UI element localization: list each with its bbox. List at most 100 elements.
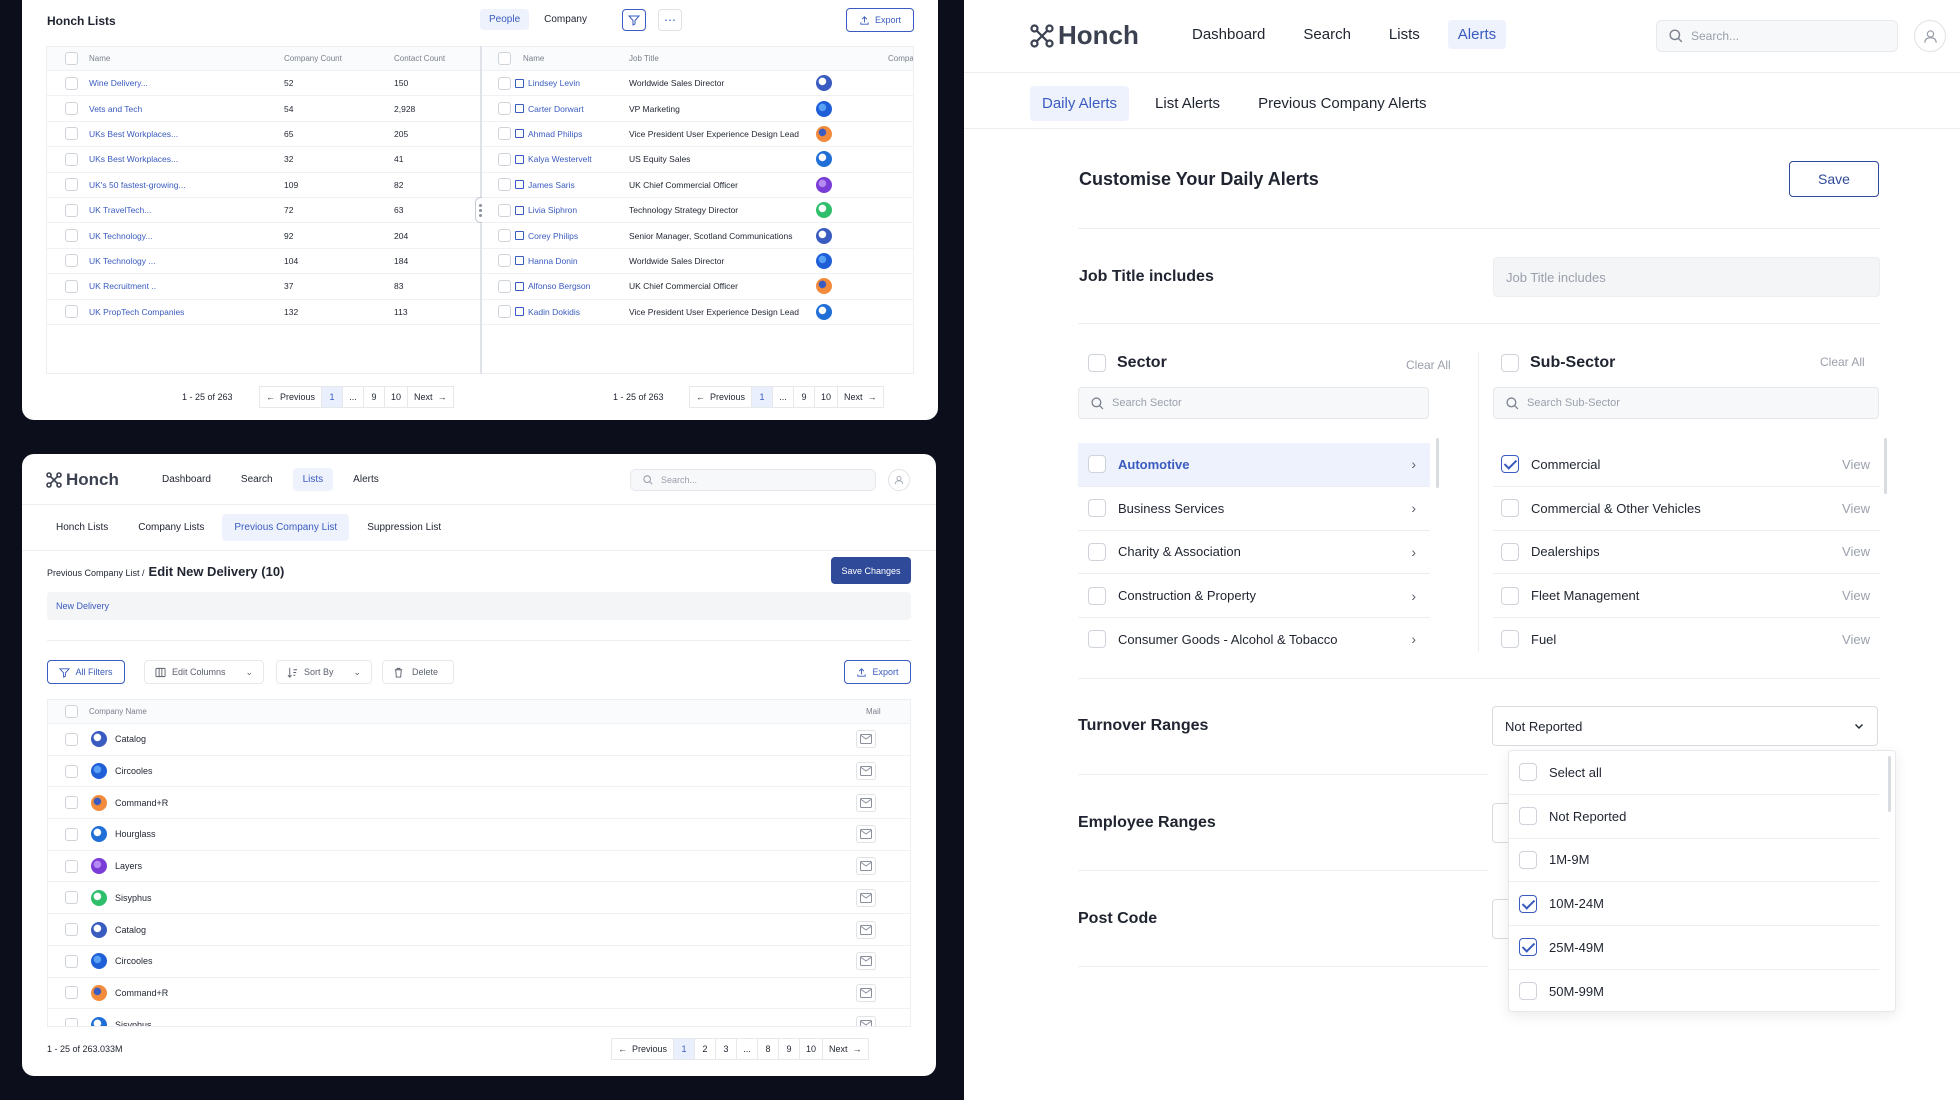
row-checkbox[interactable] — [65, 229, 78, 243]
table-row[interactable]: UK's 50 fastest-growing... 109 82 — [47, 173, 480, 198]
subsector-checkbox[interactable] — [1501, 455, 1519, 474]
mail-icon[interactable] — [856, 920, 876, 939]
search-input[interactable]: Search... — [1656, 20, 1898, 52]
view-link[interactable]: View — [1842, 457, 1870, 472]
list-name-link[interactable]: Vets and Tech — [89, 104, 142, 114]
table-row[interactable]: Command+R — [48, 787, 910, 820]
company-logo-cell[interactable] — [816, 151, 832, 168]
table-row[interactable]: Sisyphus — [48, 1009, 910, 1026]
row-checkbox[interactable] — [498, 229, 511, 243]
linkedin-icon[interactable] — [515, 154, 524, 164]
row-checkbox[interactable] — [65, 954, 78, 968]
sector-item[interactable]: Consumer Goods - Alcohol & Tobacco › — [1078, 618, 1430, 650]
row-checkbox[interactable] — [65, 923, 78, 937]
row-checkbox[interactable] — [65, 254, 78, 268]
col-contact-count[interactable]: Contact Count — [394, 54, 445, 63]
row-checkbox[interactable] — [65, 986, 78, 1000]
prev-button[interactable]: ← Previous — [259, 386, 323, 408]
company-name[interactable]: Sisyphus — [115, 893, 152, 903]
row-checkbox[interactable] — [498, 279, 511, 293]
next-button[interactable]: Next → — [837, 386, 884, 408]
sector-checkbox[interactable] — [1088, 542, 1106, 561]
linkedin-icon[interactable] — [515, 256, 524, 266]
sector-checkbox[interactable] — [1088, 455, 1106, 474]
row-checkbox[interactable] — [65, 127, 78, 141]
company-logo-cell[interactable] — [816, 202, 832, 219]
table-row[interactable]: UKs Best Workplaces... 65 205 — [47, 122, 480, 148]
row-checkbox[interactable] — [498, 178, 511, 192]
select-all-checkbox[interactable] — [65, 705, 78, 718]
row-checkbox[interactable] — [498, 76, 511, 90]
list-name-link[interactable]: UKs Best Workplaces... — [89, 154, 178, 164]
mail-icon[interactable] — [856, 730, 876, 749]
tab-previous-company-list[interactable]: Previous Company List — [222, 514, 350, 541]
list-name-link[interactable]: UK's 50 fastest-growing... — [89, 180, 186, 190]
linkedin-icon[interactable] — [515, 129, 524, 139]
list-name-link[interactable]: UK TravelTech... — [89, 205, 151, 215]
view-link[interactable]: View — [1842, 501, 1870, 516]
company-logo-cell[interactable] — [816, 278, 832, 295]
table-row[interactable]: Hourglass — [48, 819, 910, 851]
company-name[interactable]: Hourglass — [115, 829, 156, 839]
col-name[interactable]: Name — [523, 54, 544, 63]
table-row[interactable]: Kalya Westervelt US Equity Sales — [482, 147, 913, 173]
mail-icon[interactable] — [856, 762, 876, 781]
page-2[interactable]: 2 — [694, 1038, 717, 1060]
honch-logo[interactable]: Honch — [1030, 20, 1139, 51]
table-row[interactable]: Catalog — [48, 724, 910, 756]
subsector-checkbox[interactable] — [1501, 542, 1519, 561]
list-name-link[interactable]: UK Technology... — [89, 231, 152, 241]
mail-icon[interactable] — [856, 1015, 876, 1026]
company-logo-cell[interactable] — [816, 176, 832, 193]
row-checkbox[interactable] — [65, 279, 78, 293]
person-name-link[interactable]: Hanna Donin — [528, 256, 578, 266]
nav-alerts[interactable]: Alerts — [1447, 20, 1507, 49]
toggle-people[interactable]: People — [480, 9, 530, 30]
col-company[interactable]: Compa — [888, 54, 913, 63]
linkedin-icon[interactable] — [515, 205, 524, 215]
subsector-item[interactable]: Fuel View — [1493, 618, 1880, 650]
row-checkbox[interactable] — [65, 203, 78, 217]
search-input[interactable]: Search... — [630, 469, 876, 491]
row-checkbox[interactable] — [65, 891, 78, 905]
view-link[interactable]: View — [1842, 544, 1870, 559]
company-name[interactable]: Catalog — [115, 925, 146, 935]
table-row[interactable]: Ahmad Philips Vice President User Experie… — [482, 122, 913, 148]
mail-icon[interactable] — [856, 888, 876, 907]
page-1[interactable]: 1 — [673, 1038, 696, 1060]
nav-alerts[interactable]: Alerts — [343, 468, 389, 491]
company-name[interactable]: Sisyphus — [115, 1020, 152, 1026]
person-name-link[interactable]: Carter Dorwart — [528, 104, 584, 114]
sector-scrollbar[interactable] — [1436, 438, 1439, 488]
subsector-item[interactable]: Commercial & Other Vehicles View — [1493, 487, 1880, 531]
dropdown-option[interactable]: Not Reported — [1509, 795, 1879, 839]
page-9[interactable]: 9 — [793, 386, 816, 408]
prev-button[interactable]: ← Previous — [689, 386, 753, 408]
mail-icon[interactable] — [856, 983, 876, 1002]
tab-company-lists[interactable]: Company Lists — [126, 514, 216, 541]
list-name-link[interactable]: UK PropTech Companies — [89, 307, 184, 317]
filter-button[interactable] — [622, 9, 646, 31]
tab-honch-lists[interactable]: Honch Lists — [44, 514, 120, 541]
company-logo-cell[interactable] — [816, 125, 832, 142]
sector-checkbox[interactable] — [1088, 630, 1106, 649]
company-logo-cell[interactable] — [816, 100, 832, 117]
page-10[interactable]: 10 — [799, 1038, 824, 1060]
company-name[interactable]: Command+R — [115, 798, 168, 808]
more-button[interactable]: ⋯ — [658, 9, 682, 31]
page-10[interactable]: 10 — [384, 386, 409, 408]
honch-logo[interactable]: Honch — [46, 470, 119, 490]
table-row[interactable]: UK Technology... 92 204 — [47, 223, 480, 249]
option-checkbox[interactable] — [1519, 850, 1537, 869]
linkedin-icon[interactable] — [515, 307, 524, 317]
company-logo-cell[interactable] — [816, 303, 832, 320]
table-row[interactable]: UK PropTech Companies 132 113 — [47, 300, 480, 325]
company-logo-cell[interactable] — [816, 75, 832, 92]
person-name-link[interactable]: James Saris — [528, 180, 575, 190]
subsector-search-input[interactable]: Search Sub-Sector — [1493, 387, 1879, 419]
mail-icon[interactable] — [856, 793, 876, 812]
export-button[interactable]: Export — [844, 660, 911, 684]
option-checkbox[interactable] — [1519, 938, 1537, 957]
toggle-company[interactable]: Company — [535, 9, 596, 30]
table-row[interactable]: UK Technology ... 104 184 — [47, 249, 480, 275]
